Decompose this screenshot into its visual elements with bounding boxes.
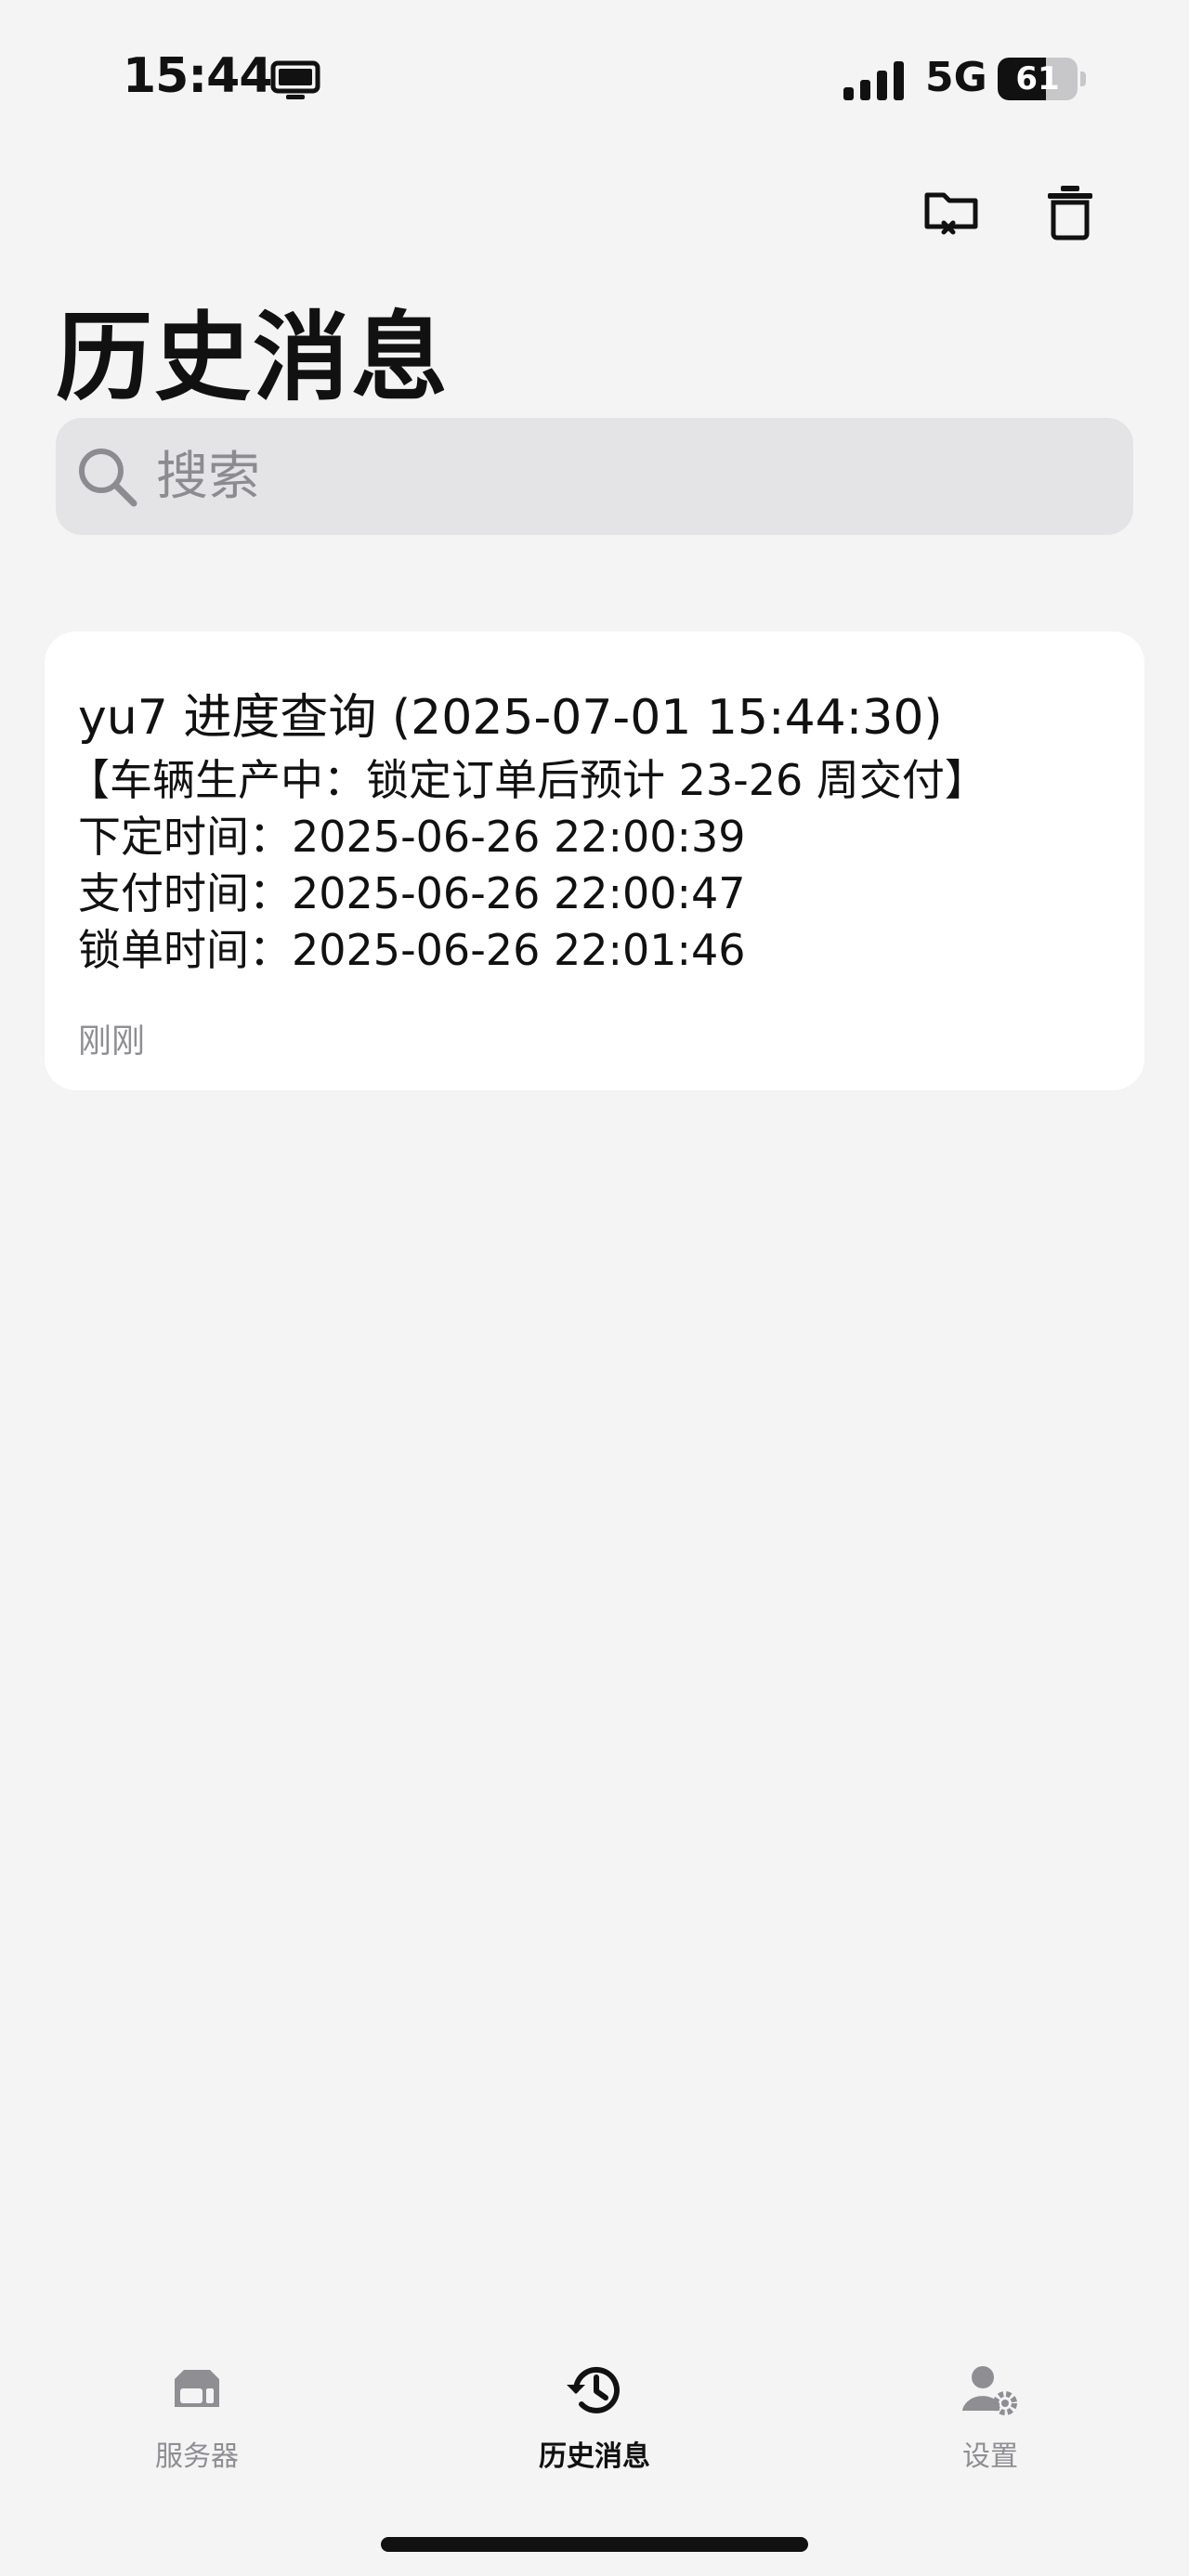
message-line: 锁单时间：2025-06-26 22:01:46 [78, 925, 746, 975]
history-icon [567, 2366, 620, 2413]
page-title: 历史消息 [56, 301, 451, 414]
message-body: 【车辆生产中：锁定订单后预计 23-26 周交付】 下定时间：2025-06-2… [67, 752, 987, 979]
message-line: 【车辆生产中：锁定订单后预计 23-26 周交付】 [67, 755, 987, 805]
network-type: 5G [925, 54, 987, 101]
message-card[interactable]: yu7 进度查询 (2025-07-01 15:44:30) 【车辆生产中：锁定… [45, 631, 1144, 1090]
tab-label: 历史消息 [539, 2440, 650, 2473]
battery-icon: 61 [998, 58, 1087, 100]
status-time: 15:44 [123, 48, 273, 104]
clear-folder-button[interactable] [918, 178, 985, 245]
search-bar[interactable] [56, 418, 1133, 535]
message-title: yu7 进度查询 (2025-07-01 15:44:30) [78, 690, 943, 746]
delete-all-button[interactable] [1037, 178, 1104, 245]
message-line: 支付时间：2025-06-26 22:00:47 [78, 868, 746, 918]
settings-user-icon [962, 2366, 1017, 2415]
app-screen: 15:44 5G 61 历史消息 搜索 yu7 进度查询 (2025-07-01… [0, 0, 1189, 2576]
tab-server[interactable]: 服务器 [104, 2359, 290, 2489]
tab-label: 设置 [962, 2440, 1018, 2473]
tab-history[interactable]: 历史消息 [502, 2359, 687, 2489]
signal-icon [843, 61, 904, 100]
status-bar: 15:44 5G 61 [0, 0, 1189, 149]
home-indicator[interactable] [381, 2537, 808, 2552]
tab-label: 服务器 [155, 2440, 239, 2473]
message-line: 下定时间：2025-06-26 22:00:39 [78, 812, 746, 862]
server-icon [175, 2370, 219, 2407]
tab-settings[interactable]: 设置 [897, 2359, 1083, 2489]
message-timestamp: 刚刚 [78, 1022, 146, 1060]
battery-level: 61 [1015, 60, 1060, 98]
folder-clear-icon [924, 192, 978, 235]
trash-icon [1048, 186, 1092, 241]
search-icon [79, 449, 137, 507]
screen-mirror-icon [270, 60, 320, 99]
battery-cap [1080, 72, 1086, 86]
search-input[interactable] [156, 418, 1113, 535]
